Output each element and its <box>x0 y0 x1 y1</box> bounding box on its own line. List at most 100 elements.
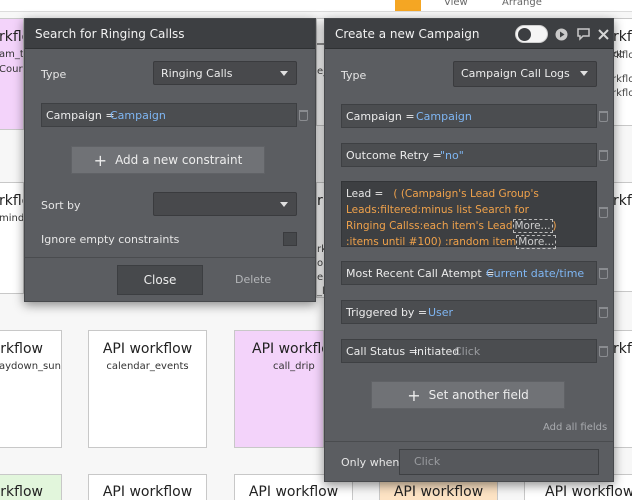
close-button[interactable]: Close <box>117 265 203 295</box>
card-subtitle: Cour <box>0 64 23 75</box>
toggle-knob <box>518 28 531 41</box>
field-value[interactable]: User <box>428 306 453 319</box>
toggle-switch[interactable] <box>515 25 548 43</box>
card-title: rkflow <box>613 29 632 45</box>
canvas-text-fragment: rkflow <box>612 88 632 99</box>
menu-view[interactable]: View <box>444 0 468 8</box>
plus-icon: + <box>407 386 421 405</box>
menu-arrange[interactable]: Arrange <box>502 0 542 8</box>
field-row-lead[interactable]: Lead = ( (Campaign's Lead Group's Leads:… <box>341 181 597 250</box>
workflow-card[interactable]: rkflow ot <box>612 18 632 126</box>
divider <box>25 257 315 258</box>
field-row-triggered-by[interactable]: Triggered by = User <box>341 300 597 324</box>
card-title: API workflow <box>545 484 632 500</box>
field-value[interactable]: initiated <box>414 345 459 358</box>
type-dropdown-value: Ringing Calls <box>161 67 233 80</box>
comment-icon[interactable] <box>576 27 591 41</box>
card-title: API workflow <box>252 341 323 357</box>
search-modal: Search for Ringing Callss Type Ringing C… <box>24 18 316 302</box>
card-title: rkflow <box>0 193 23 209</box>
chevron-down-icon <box>280 202 288 207</box>
set-field-label: Set another field <box>428 388 529 402</box>
card-title: rkflow <box>613 193 632 209</box>
card-title: API workflow <box>102 341 193 357</box>
trash-icon[interactable] <box>599 307 608 318</box>
field-row-campaign[interactable]: Campaign = Campaign <box>341 104 597 128</box>
workflow-card[interactable]: API workflow call_drip <box>234 330 324 448</box>
delete-button[interactable]: Delete <box>235 273 271 286</box>
workflow-card[interactable]: rkflow <box>612 182 632 292</box>
card-title: API workflow <box>102 484 193 500</box>
workflow-card[interactable]: rkflow aydown_sunl <box>0 330 62 448</box>
field-placeholder[interactable]: Click <box>454 345 480 358</box>
search-modal-header: Search for Ringing Callss <box>25 19 315 49</box>
trash-icon[interactable] <box>599 150 608 161</box>
type-label: Type <box>341 69 367 82</box>
close-icon[interactable] <box>598 29 609 40</box>
add-constraint-button[interactable]: + Add a new constraint <box>71 146 265 174</box>
more-link[interactable]: More... <box>512 219 553 233</box>
workflow-card[interactable]: rkflow minde <box>0 182 24 294</box>
field-row-recent-call[interactable]: Most Recent Call Atempt = Current date/t… <box>341 261 597 285</box>
field-value[interactable]: Campaign <box>416 110 472 123</box>
field-value[interactable]: Current date/time <box>486 267 584 280</box>
card-title: rkflow <box>613 341 632 357</box>
add-all-fields-link[interactable]: Add all fields <box>543 422 607 433</box>
type-label: Type <box>41 68 67 81</box>
field-key: Most Recent Call Atempt = <box>346 267 495 280</box>
field-key: Campaign = <box>346 110 415 123</box>
only-when-placeholder: Click <box>414 455 441 468</box>
chevron-down-icon <box>280 71 288 76</box>
trash-icon[interactable] <box>599 346 608 357</box>
trash-icon[interactable] <box>299 110 308 121</box>
search-modal-title: Search for Ringing Callss <box>35 27 185 41</box>
campaign-modal: Create a new Campaign Type Campaign Call… <box>324 18 614 482</box>
card-subtitle: call_drip <box>273 361 315 372</box>
card-title: API workflow <box>393 484 484 500</box>
toolbar-highlight-icon[interactable] <box>395 0 421 11</box>
field-key: Triggered by = <box>346 306 428 319</box>
divider <box>325 441 613 442</box>
card-title: rkflow <box>0 29 23 45</box>
sort-dropdown[interactable] <box>153 192 297 216</box>
field-key: Lead = <box>346 188 384 200</box>
type-dropdown-value: Campaign Call Logs <box>461 67 570 80</box>
workflow-card[interactable]: rkflow am_tr Cour <box>0 18 24 130</box>
sort-label: Sort by <box>41 199 81 212</box>
constraint-value[interactable]: Campaign <box>110 109 166 122</box>
campaign-modal-title: Create a new Campaign <box>335 27 480 41</box>
workflow-card[interactable]: API workflow <box>88 474 207 500</box>
field-row-call-status[interactable]: Call Status = initiated Click <box>341 339 597 363</box>
lead-expression[interactable]: Lead = ( (Campaign's Lead Group's Leads:… <box>346 186 558 250</box>
type-dropdown[interactable]: Ringing Calls <box>153 61 297 85</box>
ignore-empty-checkbox[interactable] <box>283 232 297 246</box>
play-icon[interactable] <box>555 28 568 41</box>
card-subtitle: am_tr <box>0 49 24 60</box>
workflow-card[interactable]: API workflow calendar_events <box>88 330 207 448</box>
card-title: API workflow <box>248 484 339 500</box>
field-row-outcome-retry[interactable]: Outcome Retry = "no" <box>341 143 597 167</box>
field-value[interactable]: "no" <box>440 149 464 162</box>
card-subtitle: minde <box>0 213 24 224</box>
type-dropdown[interactable]: Campaign Call Logs <box>453 61 597 87</box>
field-key: Call Status = <box>346 345 418 358</box>
ignore-empty-label: Ignore empty constraints <box>41 233 180 246</box>
card-title: rkflow <box>0 341 43 357</box>
workflow-card[interactable]: rkflow <box>612 330 632 448</box>
trash-icon[interactable] <box>599 111 608 122</box>
set-another-field-button[interactable]: + Set another field <box>371 381 565 409</box>
workflow-card[interactable]: rkflow <box>0 474 62 500</box>
constraint-row[interactable]: Campaign = Campaign <box>41 103 297 127</box>
add-constraint-label: Add a new constraint <box>115 153 243 167</box>
canvas-text-fragment: rkflow <box>612 50 632 61</box>
chevron-down-icon <box>580 71 588 76</box>
trash-icon[interactable] <box>599 268 608 279</box>
plus-icon: + <box>93 151 108 170</box>
canvas-text-fragment: rkflow <box>612 74 632 85</box>
constraint-key: Campaign = <box>46 109 115 122</box>
field-key: Outcome Retry = <box>346 149 442 162</box>
only-when-input[interactable]: Click <box>399 449 599 475</box>
trash-icon[interactable] <box>599 207 608 218</box>
more-link[interactable]: More... <box>516 235 557 249</box>
editor-toolbar: View Arrange <box>0 0 632 12</box>
